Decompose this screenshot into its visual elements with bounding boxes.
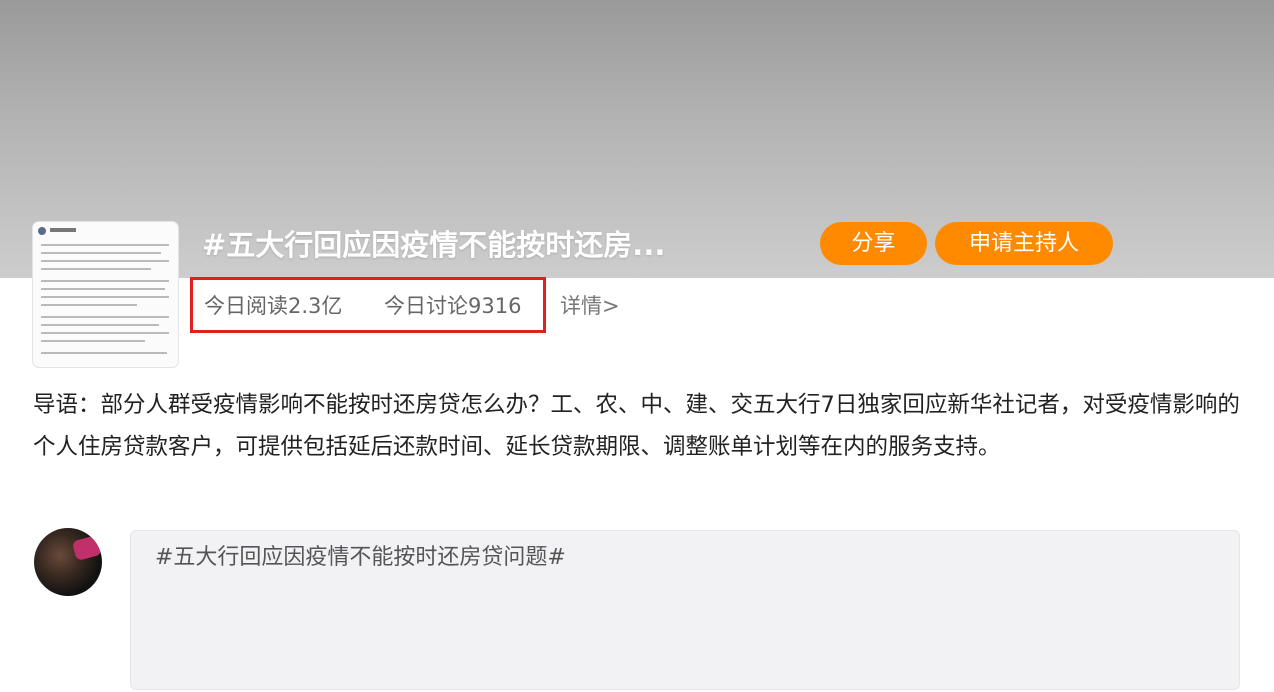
topic-intro: 导语：部分人群受疫情影响不能按时还房贷怎么办？工、农、中、建、交五大行7日独家回… [33, 392, 1240, 460]
topic-thumbnail[interactable] [33, 222, 178, 367]
read-count: 今日阅读2.3亿 [204, 294, 343, 318]
thumbnail-text-line [41, 340, 145, 342]
thumbnail-text-line [41, 260, 169, 262]
compose-text[interactable]: #五大行回应因疫情不能按时还房贷问题# [155, 543, 566, 573]
thumbnail-text-line [41, 296, 169, 298]
thumbnail-text-line [41, 268, 151, 270]
share-button[interactable]: 分享 [820, 222, 927, 265]
thumbnail-avatar-icon [38, 227, 46, 235]
thumbnail-text-line [41, 288, 165, 290]
thumbnail-text-line [41, 352, 167, 354]
thumbnail-text-line [41, 324, 159, 326]
apply-host-button[interactable]: 申请主持人 [935, 222, 1113, 265]
thumbnail-text-line [41, 316, 169, 318]
discuss-count: 今日讨论9316 [384, 294, 522, 318]
thumbnail-text-line [41, 280, 169, 282]
user-avatar[interactable] [34, 528, 102, 596]
thumbnail-text-line [41, 244, 169, 246]
thumbnail-text-line [41, 304, 137, 306]
thumbnail-text-line [41, 252, 161, 254]
thumbnail-name-line [50, 228, 76, 232]
compose-box[interactable]: #五大行回应因疫情不能按时还房贷问题# [130, 530, 1240, 690]
avatar-decoration [71, 534, 102, 562]
detail-link[interactable]: 详情> [560, 293, 620, 319]
topic-title: #五大行回应因疫情不能按时还房... [202, 228, 666, 262]
thumbnail-text-line [41, 332, 169, 334]
